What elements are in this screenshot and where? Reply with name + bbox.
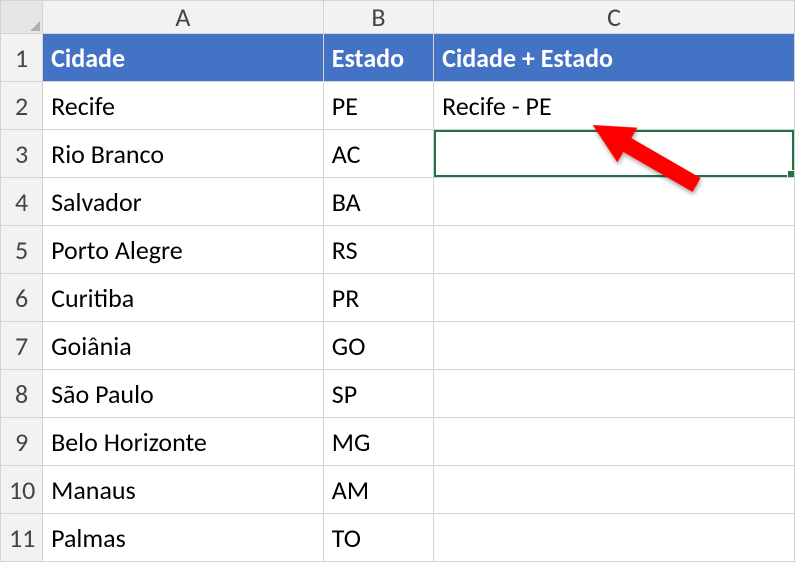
cell-B11[interactable]: TO bbox=[323, 514, 433, 562]
cell-C9[interactable] bbox=[434, 418, 795, 466]
cell-B4[interactable]: BA bbox=[323, 178, 433, 226]
cell-A3[interactable]: Rio Branco bbox=[43, 130, 324, 178]
col-header-c[interactable]: C bbox=[434, 1, 795, 34]
row-header-3[interactable]: 3 bbox=[1, 130, 43, 178]
cell-C6[interactable] bbox=[434, 274, 795, 322]
cell-B9[interactable]: MG bbox=[323, 418, 433, 466]
cell-B8[interactable]: SP bbox=[323, 370, 433, 418]
row-header-5[interactable]: 5 bbox=[1, 226, 43, 274]
cell-C2[interactable]: Recife - PE bbox=[434, 82, 795, 130]
row-header-8[interactable]: 8 bbox=[1, 370, 43, 418]
cell-B5[interactable]: RS bbox=[323, 226, 433, 274]
cell-C10[interactable] bbox=[434, 466, 795, 514]
cell-B6[interactable]: PR bbox=[323, 274, 433, 322]
cell-A11[interactable]: Palmas bbox=[43, 514, 324, 562]
cell-A4[interactable]: Salvador bbox=[43, 178, 324, 226]
col-header-b[interactable]: B bbox=[323, 1, 433, 34]
cell-B3[interactable]: AC bbox=[323, 130, 433, 178]
cell-A6[interactable]: Curitiba bbox=[43, 274, 324, 322]
cell-C1[interactable]: Cidade + Estado bbox=[434, 34, 795, 82]
row-header-11[interactable]: 11 bbox=[1, 514, 43, 562]
cell-A8[interactable]: São Paulo bbox=[43, 370, 324, 418]
cell-C5[interactable] bbox=[434, 226, 795, 274]
row-header-6[interactable]: 6 bbox=[1, 274, 43, 322]
cell-A1[interactable]: Cidade bbox=[43, 34, 324, 82]
cell-C4[interactable] bbox=[434, 178, 795, 226]
cell-C3[interactable] bbox=[434, 130, 795, 178]
cell-B10[interactable]: AM bbox=[323, 466, 433, 514]
row-header-7[interactable]: 7 bbox=[1, 322, 43, 370]
cell-B7[interactable]: GO bbox=[323, 322, 433, 370]
cell-C7[interactable] bbox=[434, 322, 795, 370]
row-header-10[interactable]: 10 bbox=[1, 466, 43, 514]
cell-A2[interactable]: Recife bbox=[43, 82, 324, 130]
select-all-corner[interactable] bbox=[1, 1, 43, 34]
cell-C8[interactable] bbox=[434, 370, 795, 418]
col-header-a[interactable]: A bbox=[43, 1, 324, 34]
row-header-1[interactable]: 1 bbox=[1, 34, 43, 82]
row-header-9[interactable]: 9 bbox=[1, 418, 43, 466]
cell-C11[interactable] bbox=[434, 514, 795, 562]
cell-A9[interactable]: Belo Horizonte bbox=[43, 418, 324, 466]
spreadsheet-grid[interactable]: A B C 1 Cidade Estado Cidade + Estado 2 … bbox=[0, 0, 795, 562]
cell-A7[interactable]: Goiânia bbox=[43, 322, 324, 370]
cell-A10[interactable]: Manaus bbox=[43, 466, 324, 514]
cell-B2[interactable]: PE bbox=[323, 82, 433, 130]
row-header-2[interactable]: 2 bbox=[1, 82, 43, 130]
cell-B1[interactable]: Estado bbox=[323, 34, 433, 82]
row-header-4[interactable]: 4 bbox=[1, 178, 43, 226]
cell-A5[interactable]: Porto Alegre bbox=[43, 226, 324, 274]
